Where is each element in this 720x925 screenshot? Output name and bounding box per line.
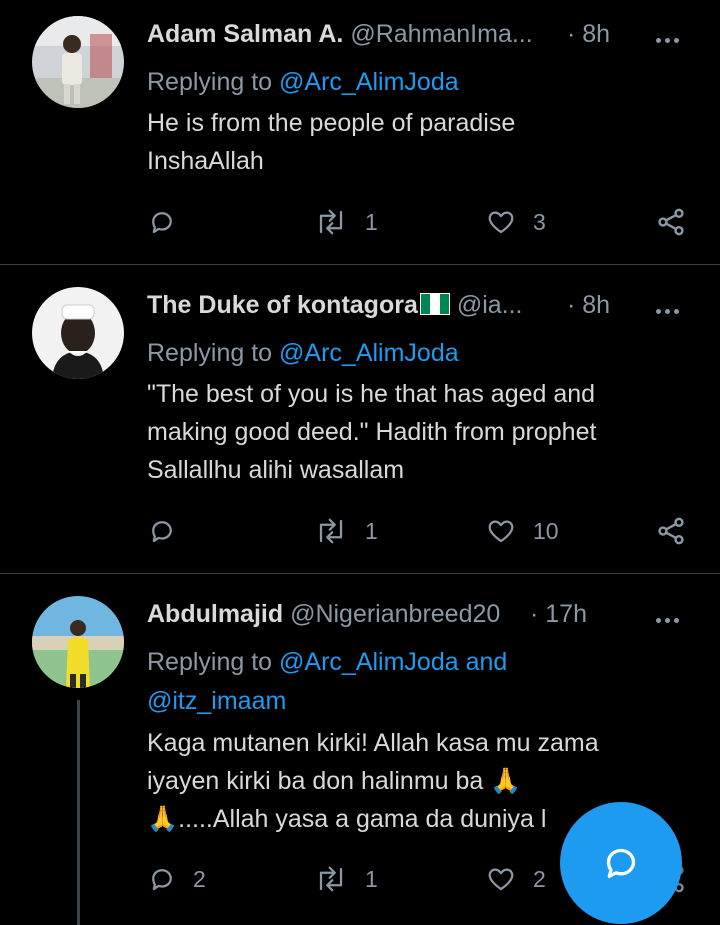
retweet-icon (319, 866, 343, 892)
retweet-icon (319, 518, 343, 544)
like-count: 2 (533, 865, 546, 892)
replying-to: Replying to @Arc_AlimJoda and (147, 648, 507, 677)
display-name[interactable]: Adam Salman A. @RahmanIma... (147, 20, 533, 49)
share-icon (658, 517, 684, 545)
reply-count: 2 (193, 865, 206, 892)
tweet-text-line: InshaAllah (147, 147, 264, 175)
heart-icon (488, 211, 514, 234)
avatar[interactable] (32, 16, 124, 108)
like-button[interactable]: 2 (485, 864, 546, 894)
thread-line (77, 700, 80, 925)
reply-icon (152, 212, 172, 234)
share-icon (658, 208, 684, 236)
tweet-2[interactable]: The Duke of kontagora @ia... · 8h Replyi… (0, 265, 720, 572)
like-count: 3 (533, 208, 546, 235)
reply-button[interactable] (147, 516, 177, 546)
timestamp[interactable]: · 8h (567, 20, 610, 49)
timestamp[interactable]: · 8h (567, 291, 610, 320)
replying-prefix: Replying to (147, 68, 280, 96)
more-options-icon[interactable] (656, 30, 686, 43)
like-button[interactable]: 10 (485, 516, 559, 546)
tweet-text: "The best of you is he that has aged and… (147, 375, 677, 489)
tweet-text-segment: .....Allah yasa a gama da duniya l (178, 805, 547, 833)
replying-prefix: Replying to (147, 339, 280, 367)
display-name-text: Adam Salman A. (147, 20, 344, 48)
retweet-count: 1 (365, 865, 378, 892)
display-name[interactable]: The Duke of kontagora @ia... (147, 291, 523, 320)
praying-hands-emoji: 🙏 (147, 805, 179, 833)
heart-icon (488, 868, 514, 891)
handle[interactable]: @RahmanIma... (350, 20, 532, 48)
tweet-text-line: Sallallhu alihi wasallam (147, 456, 405, 484)
tweet-1[interactable]: Adam Salman A. @RahmanIma... · 8h Replyi… (0, 0, 720, 262)
replying-to-continued: @itz_imaam (147, 687, 286, 716)
display-name[interactable]: Abdulmajid @Nigerianbreed20 (147, 600, 500, 629)
share-button[interactable] (655, 207, 687, 237)
like-count: 10 (533, 517, 559, 544)
display-name-text: Abdulmajid (147, 600, 284, 628)
tweet-text: He is from the people of paradise InshaA… (147, 104, 677, 180)
tweet-text-line: making good deed." Hadith from prophet (147, 418, 597, 446)
replying-prefix: Replying to (147, 648, 280, 676)
compose-reply-button[interactable] (560, 802, 682, 924)
tweet-text-line: "The best of you is he that has aged and (147, 380, 596, 408)
like-button[interactable]: 3 (485, 207, 546, 237)
reply-icon (152, 521, 172, 543)
praying-hands-emoji: 🙏 (490, 767, 522, 795)
tweet-text-line: He is from the people of paradise (147, 109, 516, 137)
nigeria-flag-icon (419, 293, 450, 315)
heart-icon (488, 520, 514, 543)
mention-link[interactable]: @itz_imaam (147, 687, 286, 715)
tweet-text-segment: iyayen kirki ba don halinmu ba (147, 767, 484, 795)
retweet-button[interactable]: 1 (313, 207, 378, 237)
reply-button[interactable] (147, 207, 177, 237)
retweet-count: 1 (365, 517, 378, 544)
tweet-text-line: Kaga mutanen kirki! Allah kasa mu zama (147, 729, 599, 757)
compose-reply-icon (606, 848, 636, 878)
more-options-icon[interactable] (656, 610, 686, 623)
tweet-text-line: iyayen kirki ba don halinmu ba 🙏 (147, 762, 677, 800)
replying-to: Replying to @Arc_AlimJoda (147, 339, 459, 368)
reply-icon (152, 869, 172, 891)
retweet-button[interactable]: 1 (313, 516, 378, 546)
reply-button[interactable]: 2 (147, 864, 206, 894)
more-options-icon[interactable] (656, 301, 686, 314)
avatar[interactable] (32, 596, 124, 688)
timestamp[interactable]: · 17h (530, 600, 587, 629)
mention-link[interactable]: @Arc_AlimJoda (279, 68, 459, 96)
mention-link[interactable]: @Arc_AlimJoda (279, 339, 459, 367)
display-name-text: The Duke of kontagora (147, 291, 418, 319)
avatar[interactable] (32, 287, 124, 379)
retweet-icon (319, 209, 343, 235)
replying-to: Replying to @Arc_AlimJoda (147, 68, 459, 97)
handle[interactable]: @ia... (457, 291, 523, 319)
retweet-button[interactable]: 1 (313, 864, 378, 894)
handle[interactable]: @Nigerianbreed20 (290, 600, 500, 628)
retweet-count: 1 (365, 208, 378, 235)
mention-link[interactable]: @Arc_AlimJoda and (279, 648, 507, 676)
share-button[interactable] (655, 516, 687, 546)
